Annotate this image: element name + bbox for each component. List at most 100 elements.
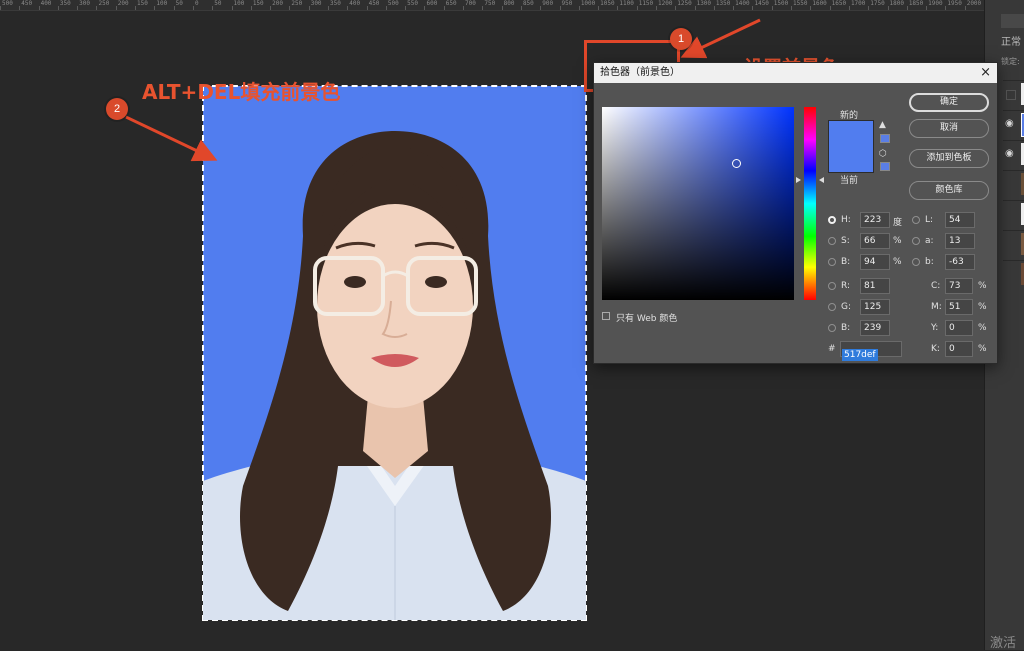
lab-b-label: b: — [925, 257, 934, 267]
saturation-label: S: — [841, 236, 850, 246]
layer-row[interactable] — [1003, 260, 1024, 287]
ruler-mark: 100 — [156, 0, 168, 7]
hue-slider-left-arrow-icon[interactable] — [796, 177, 801, 183]
ruler-mark: 1750 — [870, 0, 885, 7]
ruler-tick — [173, 6, 175, 10]
ruler-mark: 1600 — [812, 0, 827, 7]
layer-row[interactable] — [1003, 170, 1024, 197]
ruler-mark: 1450 — [754, 0, 769, 7]
cyan-input[interactable]: 73 — [945, 278, 973, 294]
black-label: K: — [931, 344, 940, 354]
green-input[interactable]: 125 — [860, 299, 890, 315]
web-safe-cube-icon[interactable]: ⬡ — [879, 149, 887, 159]
ruler-mark: 700 — [465, 0, 476, 7]
ruler-mark: 50 — [175, 0, 183, 7]
lab-b-radio[interactable] — [912, 258, 920, 266]
lab-a-input[interactable]: 13 — [945, 233, 975, 249]
layer-row[interactable]: ◉ — [1003, 140, 1024, 167]
lab-l-input[interactable]: 54 — [945, 212, 975, 228]
eye-icon[interactable]: ◉ — [1005, 118, 1014, 129]
layer-row[interactable]: ◉ — [1003, 110, 1024, 137]
red-input[interactable]: 81 — [860, 278, 890, 294]
dialog-titlebar[interactable]: 拾色器（前景色） × — [594, 63, 997, 83]
web-only-checkbox[interactable] — [602, 312, 610, 320]
ruler-tick — [366, 6, 368, 10]
hue-slider-right-arrow-icon[interactable] — [819, 177, 824, 183]
ruler-tick — [906, 6, 908, 10]
black-input[interactable]: 0 — [945, 341, 973, 357]
lab-b-input[interactable]: -63 — [945, 254, 975, 270]
ruler-mark: 1350 — [715, 0, 731, 7]
ruler-mark: 1200 — [658, 0, 673, 7]
yellow-input[interactable]: 0 — [945, 320, 973, 336]
ruler-mark: 250 — [98, 0, 110, 7]
brightness-radio[interactable] — [828, 258, 836, 266]
ruler-mark: 250 — [291, 0, 303, 7]
ruler-mark: 1650 — [831, 0, 847, 7]
red-radio[interactable] — [828, 282, 836, 290]
step2-label: ALT+DEL填充前景色 — [142, 80, 341, 104]
panel-tab[interactable] — [1001, 14, 1024, 28]
ruler-mark: 900 — [542, 0, 554, 7]
ruler-mark: 1850 — [908, 0, 924, 7]
brightness-input[interactable]: 94 — [860, 254, 890, 270]
ruler-mark: 400 — [40, 0, 52, 7]
saturation-input[interactable]: 66 — [860, 233, 890, 249]
brightness-unit: % — [893, 257, 902, 267]
saturation-radio[interactable] — [828, 237, 836, 245]
color-field[interactable] — [602, 107, 794, 300]
horizontal-ruler: 500 450 400 350 300 250 200 150 100 50 0 50 100 150 20… — [0, 0, 984, 11]
green-radio[interactable] — [828, 303, 836, 311]
cyan-unit: % — [978, 281, 987, 291]
cyan-label: C: — [931, 281, 941, 291]
ruler-mark: 550 — [407, 0, 419, 7]
ruler-tick — [424, 6, 426, 10]
cancel-button[interactable]: 取消 — [909, 119, 989, 138]
layer-row[interactable] — [1003, 230, 1024, 257]
ruler-tick — [405, 6, 407, 10]
layer-row[interactable] — [1003, 80, 1024, 107]
lock-label: 锁定: — [1001, 57, 1020, 66]
blue-radio[interactable] — [828, 324, 836, 332]
blue-input[interactable]: 239 — [860, 320, 890, 336]
close-icon[interactable]: × — [980, 63, 991, 83]
ruler-mark: 300 — [79, 0, 91, 7]
ruler-tick — [578, 6, 580, 10]
ruler-tick — [192, 6, 194, 10]
ruler-tick — [848, 6, 850, 10]
canvas-document[interactable] — [202, 85, 587, 621]
lab-a-radio[interactable] — [912, 237, 920, 245]
ruler-tick — [115, 6, 117, 10]
hue-radio[interactable] — [828, 216, 836, 224]
web-only-label: 只有 Web 颜色 — [616, 314, 678, 324]
gamut-color-chip[interactable] — [880, 134, 890, 143]
ruler-mark: 50 — [214, 0, 222, 7]
ruler-mark: 750 — [484, 0, 496, 7]
blend-mode-select[interactable]: 正常 — [1001, 33, 1021, 48]
hex-input[interactable]: 517def — [840, 341, 902, 361]
layer-row[interactable] — [1003, 200, 1024, 227]
add-to-swatches-button[interactable]: 添加到色板 — [909, 149, 989, 168]
ok-button[interactable]: 确定 — [909, 93, 989, 112]
ruler-tick — [212, 6, 214, 10]
ruler-tick — [540, 6, 542, 10]
hue-slider[interactable] — [804, 107, 816, 300]
color-libraries-button[interactable]: 颜色库 — [909, 181, 989, 200]
ruler-tick — [57, 6, 59, 10]
ruler-tick — [868, 6, 870, 10]
color-field-cursor[interactable] — [732, 159, 741, 168]
magenta-input[interactable]: 51 — [945, 299, 973, 315]
ruler-mark: 200 — [272, 0, 283, 7]
magenta-label: M: — [931, 302, 942, 312]
blue-label: B: — [841, 323, 851, 333]
ruler-tick — [945, 6, 947, 10]
visibility-toggle[interactable] — [1006, 90, 1016, 100]
web-safe-color-chip[interactable] — [880, 162, 890, 171]
gamut-warning-icon[interactable]: ▲ — [879, 120, 886, 130]
ruler-tick — [38, 6, 40, 10]
ruler-tick — [520, 6, 522, 10]
lightness-radio[interactable] — [912, 216, 920, 224]
eye-icon[interactable]: ◉ — [1005, 148, 1014, 159]
ruler-tick — [810, 6, 812, 10]
hue-input[interactable]: 223 — [860, 212, 890, 228]
